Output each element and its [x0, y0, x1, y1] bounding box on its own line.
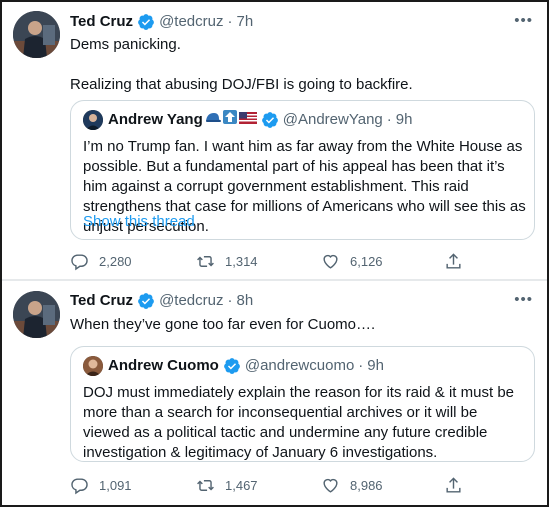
retweet-icon — [197, 480, 214, 491]
reply-button[interactable]: 1,091 — [70, 476, 132, 495]
tweet-text: When they’ve gone too far even for Cuomo… — [70, 316, 376, 333]
tweet-actions: 2,280 1,314 6,126 — [70, 252, 470, 272]
avatar[interactable] — [13, 11, 60, 58]
more-icon[interactable]: ••• — [514, 291, 533, 308]
tweet-text: Dems panicking. Realizing that abusing D… — [70, 36, 413, 93]
verified-badge-icon — [261, 112, 278, 128]
reply-icon — [71, 478, 88, 495]
quoted-author-name: Andrew Cuomo — [108, 357, 219, 374]
tweet-time[interactable]: 8h — [236, 291, 253, 311]
retweet-button[interactable]: 1,467 — [196, 476, 258, 495]
avatar — [83, 110, 103, 130]
more-icon[interactable]: ••• — [514, 12, 533, 29]
show-thread-link[interactable]: Show this thread — [83, 213, 195, 230]
share-icon — [446, 253, 461, 269]
separator-dot: · — [227, 292, 233, 309]
separator-dot: · — [358, 357, 364, 374]
avatar — [83, 356, 103, 376]
blue-hat-icon — [205, 110, 221, 130]
reply-count: 1,091 — [99, 478, 132, 493]
author-handle[interactable]: @tedcruz — [159, 291, 223, 311]
tweet[interactable]: Ted Cruz @tedcruz · 8h ••• When they’ve … — [2, 281, 547, 505]
quoted-tweet-header: Andrew Cuomo @andrewcuomo · 9h — [83, 356, 384, 376]
retweet-button[interactable]: 1,314 — [196, 252, 258, 271]
quoted-tweet-time: 9h — [395, 111, 413, 128]
quoted-tweet-text: DOJ must immediately explain the reason … — [83, 384, 515, 461]
us-flag-icon — [238, 110, 257, 130]
tweet-header: Ted Cruz @tedcruz · 8h — [70, 291, 253, 311]
separator-dot: · — [386, 111, 392, 128]
reply-icon — [71, 254, 88, 271]
retweet-count: 1,467 — [225, 478, 258, 493]
share-icon — [446, 477, 461, 493]
like-button[interactable]: 6,126 — [321, 252, 383, 271]
quoted-tweet[interactable]: Andrew Cuomo @andrewcuomo · 9h DOJ must … — [70, 346, 535, 462]
retweet-count: 1,314 — [225, 254, 258, 269]
heart-icon — [323, 478, 338, 493]
verified-badge-icon — [138, 293, 154, 309]
author-name[interactable]: Ted Cruz — [70, 12, 133, 32]
tweet-actions: 1,091 1,467 8,986 — [70, 476, 470, 496]
quoted-tweet-time: 9h — [367, 357, 384, 374]
verified-badge-icon — [138, 14, 154, 30]
author-name[interactable]: Ted Cruz — [70, 291, 133, 311]
retweet-icon — [197, 256, 214, 267]
quoted-tweet[interactable]: Andrew Yang @AndrewYang · 9h I’m no Trum… — [70, 100, 535, 240]
like-count: 8,986 — [350, 478, 383, 493]
up-arrow-icon — [222, 110, 237, 130]
quoted-author-handle: @andrewcuomo — [244, 357, 355, 374]
verified-badge-icon — [223, 358, 240, 374]
like-button[interactable]: 8,986 — [321, 476, 383, 495]
quoted-tweet-header: Andrew Yang @AndrewYang · 9h — [83, 110, 412, 130]
tweet-time[interactable]: 7h — [236, 12, 253, 32]
quoted-author-handle: @AndrewYang — [282, 111, 383, 128]
avatar[interactable] — [13, 291, 60, 338]
like-count: 6,126 — [350, 254, 383, 269]
heart-icon — [323, 254, 338, 269]
separator-dot: · — [227, 13, 233, 30]
reply-button[interactable]: 2,280 — [70, 252, 132, 271]
share-button[interactable] — [444, 476, 473, 495]
share-button[interactable] — [444, 252, 473, 271]
quoted-author-name: Andrew Yang — [108, 111, 203, 128]
tweet[interactable]: Ted Cruz @tedcruz · 7h ••• Dems panickin… — [2, 2, 547, 279]
author-handle[interactable]: @tedcruz — [159, 12, 223, 32]
reply-count: 2,280 — [99, 254, 132, 269]
tweet-header: Ted Cruz @tedcruz · 7h — [70, 12, 253, 32]
